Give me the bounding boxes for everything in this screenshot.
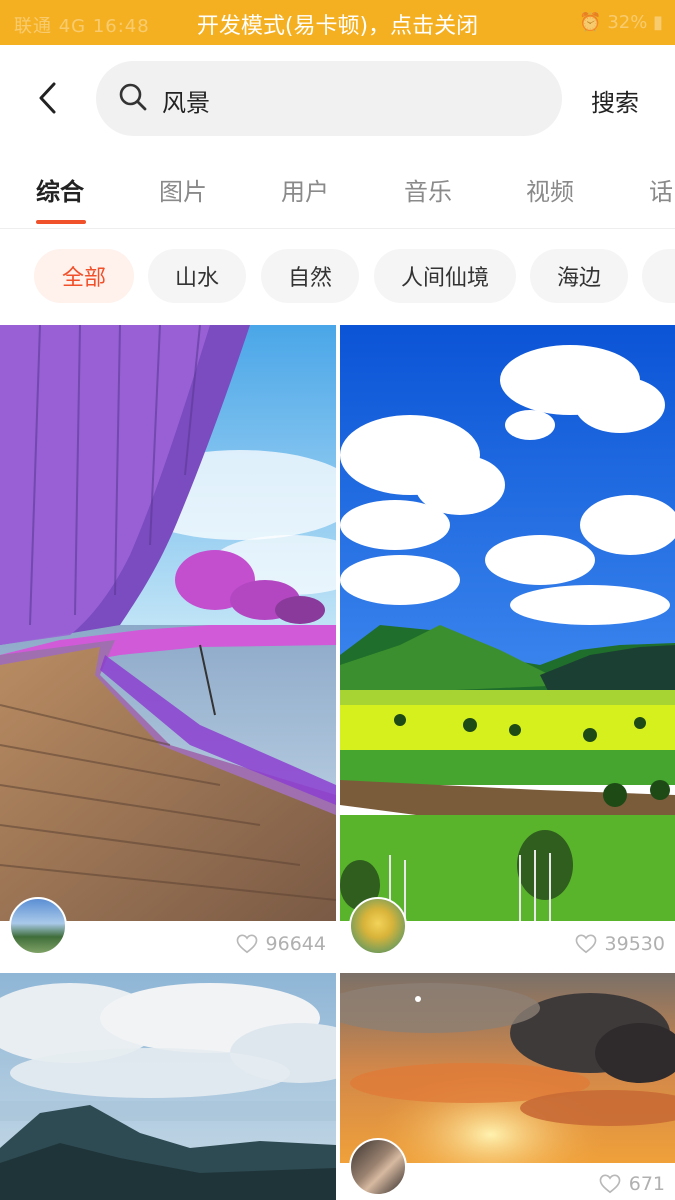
chip-nature[interactable]: 自然 [261, 249, 359, 303]
back-button[interactable] [22, 73, 72, 123]
like-count[interactable]: 671 [599, 1173, 665, 1195]
result-card[interactable] [0, 973, 336, 1200]
chip-fairyland[interactable]: 人间仙境 [374, 249, 516, 303]
like-count-value: 96644 [265, 933, 326, 955]
purple-willow-lakeside-image [0, 325, 336, 921]
tab-users[interactable]: 用户 [281, 172, 329, 207]
avatar[interactable] [349, 1138, 407, 1196]
category-tabs: 综合 图片 用户 音乐 视频 话 [0, 150, 675, 228]
tab-images[interactable]: 图片 [159, 172, 207, 207]
status-right-text: ⏰ 32% ▮ [579, 12, 663, 33]
chevron-left-icon [39, 82, 56, 114]
filter-chips: 全部 山水 自然 人间仙境 海边 天 [0, 240, 675, 314]
heart-icon [599, 1174, 621, 1194]
heart-icon [575, 934, 596, 954]
tab-music[interactable]: 音乐 [404, 172, 452, 207]
like-count[interactable]: 39530 [575, 933, 665, 955]
like-count-value: 39530 [604, 933, 665, 955]
heart-icon [236, 934, 257, 954]
search-input[interactable]: 风景 [96, 61, 562, 136]
search-button[interactable]: 搜索 [591, 83, 639, 118]
results-grid: 96644 39530 671 [0, 325, 675, 1200]
tab-topics[interactable]: 话 [649, 172, 673, 207]
misty-mountains-image [0, 973, 336, 1200]
chip-sky[interactable]: 天 [642, 249, 675, 303]
chip-landscape[interactable]: 山水 [148, 249, 246, 303]
sunset-clouds-image [340, 973, 675, 1163]
card-image[interactable] [340, 325, 675, 921]
avatar[interactable] [9, 897, 67, 955]
search-query-text: 风景 [162, 89, 210, 117]
search-header: 风景 搜索 [0, 45, 675, 150]
like-count-value: 671 [628, 1173, 665, 1195]
result-card[interactable]: 96644 [0, 325, 336, 967]
tab-comprehensive[interactable]: 综合 [36, 172, 84, 207]
chip-all[interactable]: 全部 [34, 249, 134, 303]
developer-mode-notice[interactable]: 开发模式(易卡顿)，点击关闭 [0, 8, 675, 40]
like-count[interactable]: 96644 [236, 933, 326, 955]
card-image[interactable] [340, 973, 675, 1163]
card-image[interactable] [0, 325, 336, 921]
result-card[interactable]: 39530 [340, 325, 675, 967]
green-meadow-image [340, 325, 675, 921]
active-tab-indicator [36, 220, 86, 224]
search-icon [119, 83, 147, 111]
tab-videos[interactable]: 视频 [526, 172, 574, 207]
result-card[interactable]: 671 [340, 973, 675, 1200]
developer-mode-banner[interactable]: 联通 4G 16:48 开发模式(易卡顿)，点击关闭 ⏰ 32% ▮ [0, 0, 675, 45]
avatar[interactable] [349, 897, 407, 955]
chip-seaside[interactable]: 海边 [530, 249, 628, 303]
card-image[interactable] [0, 973, 336, 1200]
divider [0, 228, 675, 229]
